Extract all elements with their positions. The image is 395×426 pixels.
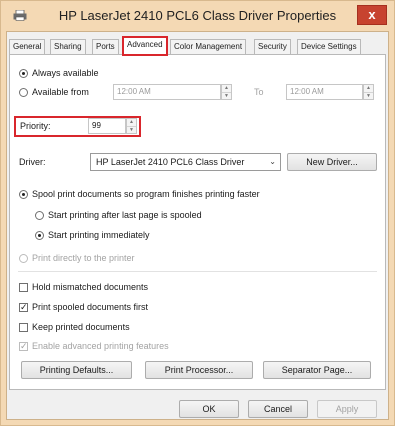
tab-general[interactable]: General [9,39,46,54]
tab-advanced[interactable]: Advanced [122,36,168,56]
always-available-label: Always available [32,68,99,78]
priority-input[interactable]: 99 [88,118,126,134]
keep-printed-label: Keep printed documents [32,322,130,332]
printer-properties-window: HP LaserJet 2410 PCL6 Class Driver Prope… [0,0,395,426]
spin-up-icon: ▲ [366,85,371,91]
tab-security[interactable]: Security [254,39,291,54]
check-icon: ✓ [20,302,28,312]
to-time-field[interactable]: 12:00 AM [286,84,363,100]
print-spooled-first-label: Print spooled documents first [32,302,149,312]
hold-mismatched-checkbox[interactable] [19,283,28,292]
always-available-radio[interactable] [19,69,28,78]
separator-page-button[interactable]: Separator Page... [263,361,371,379]
chevron-down-icon: ⌄ [269,157,276,166]
close-icon: x [368,7,376,22]
start-immediately-radio[interactable] [35,231,44,240]
spin-down-icon: ▼ [222,92,231,99]
print-directly-label: Print directly to the printer [32,253,135,263]
spin-up-icon: ▲ [129,119,134,125]
hold-mismatched-label: Hold mismatched documents [32,282,149,292]
available-from-radio[interactable] [19,88,28,97]
spin-down-icon: ▼ [364,92,373,99]
start-after-last-page-label: Start printing after last page is spoole… [48,210,202,220]
new-driver-button[interactable]: New Driver... [287,153,377,171]
driver-select[interactable]: HP LaserJet 2410 PCL6 Class Driver ⌄ [90,153,281,171]
driver-label: Driver: [19,157,46,167]
printing-defaults-button[interactable]: Printing Defaults... [21,361,132,379]
priority-stepper[interactable]: ▲ ▼ [126,118,137,134]
available-from-label: Available from [32,87,89,97]
spin-down-icon: ▼ [127,126,136,133]
priority-label: Priority: [20,121,51,131]
close-button[interactable]: x [357,5,387,25]
spin-up-icon: ▲ [224,85,229,91]
tab-ports[interactable]: Ports [92,39,119,54]
from-time-stepper[interactable]: ▲ ▼ [221,84,232,100]
print-directly-radio[interactable] [19,254,28,263]
advanced-tab-page: Always available Available from 12:00 AM… [9,54,386,390]
from-time-field[interactable]: 12:00 AM [113,84,221,100]
apply-button[interactable]: Apply [317,400,377,418]
advanced-features-label: Enable advanced printing features [32,341,169,351]
ok-button[interactable]: OK [179,400,239,418]
check-icon: ✓ [20,341,28,351]
print-processor-button[interactable]: Print Processor... [145,361,253,379]
printer-icon [13,10,27,21]
spool-radio[interactable] [19,190,28,199]
start-immediately-label: Start printing immediately [48,230,150,240]
spool-label: Spool print documents so program finishe… [32,189,260,199]
window-title: HP LaserJet 2410 PCL6 Class Driver Prope… [58,8,337,23]
title-bar[interactable]: HP LaserJet 2410 PCL6 Class Driver Prope… [1,1,394,31]
tab-color-management[interactable]: Color Management [170,39,247,54]
print-spooled-first-checkbox[interactable]: ✓ [19,303,28,312]
driver-value: HP LaserJet 2410 PCL6 Class Driver [96,157,245,167]
to-time-stepper[interactable]: ▲ ▼ [363,84,374,100]
dialog-client-area: General Sharing Ports Advanced Color Man… [6,31,389,420]
keep-printed-checkbox[interactable] [19,323,28,332]
tab-device-settings[interactable]: Device Settings [297,39,361,54]
start-after-last-page-radio[interactable] [35,211,44,220]
to-label: To [254,87,264,97]
advanced-features-checkbox[interactable]: ✓ [19,342,28,351]
cancel-button[interactable]: Cancel [248,400,308,418]
tab-sharing[interactable]: Sharing [50,39,86,54]
section-divider [18,271,377,272]
